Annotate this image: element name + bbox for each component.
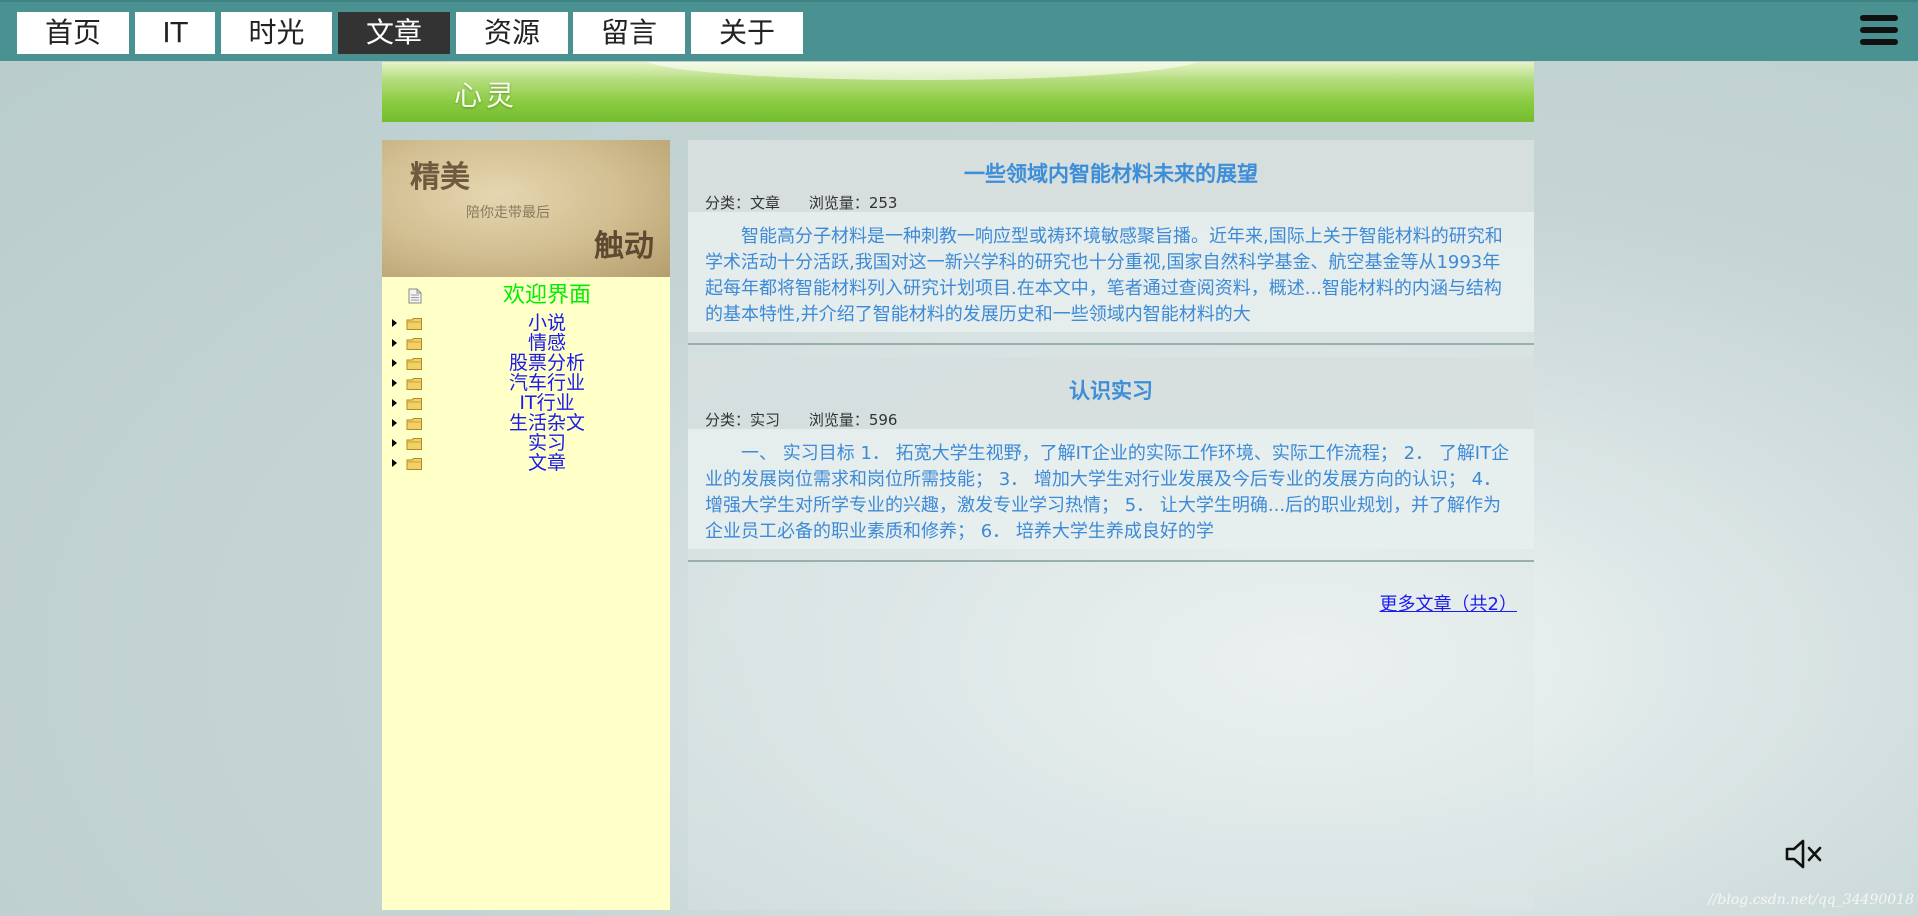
article-title[interactable]: 认识实习 (688, 375, 1534, 405)
tree-folder-item[interactable]: 汽车行业 (382, 373, 670, 393)
views-value: 596 (868, 411, 898, 429)
banner: 心灵 (382, 62, 1534, 122)
main-content: 一些领域内智能材料未来的展望 分类：文章 浏览量：253 智能高分子材料是一种刺… (688, 140, 1534, 910)
category-label: 分类： (705, 411, 751, 429)
nav-item-time[interactable]: 时光 (221, 12, 332, 54)
tree-folder-label[interactable]: 实习 (424, 433, 670, 453)
article-title[interactable]: 一些领域内智能材料未来的展望 (688, 158, 1534, 188)
nav-item-messages[interactable]: 留言 (573, 12, 685, 54)
tree-folder-item[interactable]: 实习 (382, 433, 670, 453)
tree-folder-label[interactable]: 情感 (424, 333, 670, 353)
expand-arrow-icon[interactable] (392, 379, 397, 387)
article-excerpt: 智能高分子材料是一种刺教一响应型或祷环境敏感聚旨播。近年来,国际上关于智能材料的… (705, 226, 1503, 325)
sidebar: 精美 陪你走带最后 触动 欢迎界面 小说 情感 股票分析 汽车行业 IT行业 生活杂文 实习… (382, 140, 670, 910)
expand-arrow-icon[interactable] (392, 459, 397, 467)
tree-folder-label[interactable]: 股票分析 (424, 353, 670, 373)
tree-folder-item[interactable]: 情感 (382, 333, 670, 353)
category-value: 文章 (750, 194, 781, 212)
nav-item-it[interactable]: IT (135, 12, 215, 54)
tree-root-label[interactable]: 欢迎界面 (424, 281, 670, 311)
article-header: 一些领域内智能材料未来的展望 分类：文章 浏览量：253 (688, 140, 1534, 212)
article-header: 认识实习 分类：实习 浏览量：596 (688, 357, 1534, 429)
tree-folder-label[interactable]: 汽车行业 (424, 373, 670, 393)
article-body: 一、 实习目标 1． 拓宽大学生视野，了解IT企业的实际工作环境、实际工作流程；… (688, 429, 1534, 549)
tree-folder-item[interactable]: 股票分析 (382, 353, 670, 373)
views-label: 浏览量： (808, 411, 869, 429)
category-value: 实习 (750, 411, 781, 429)
tree-folder-label[interactable]: 文章 (424, 453, 670, 473)
expand-arrow-icon[interactable] (392, 359, 397, 367)
sidebar-header-text-bottom: 触动 (594, 229, 654, 264)
expand-arrow-icon[interactable] (392, 419, 397, 427)
tree-folder-item[interactable]: 小说 (382, 313, 670, 333)
nav-item-home[interactable]: 首页 (17, 12, 129, 54)
nav-item-resources[interactable]: 资源 (456, 12, 568, 54)
sidebar-header-text-middle: 陪你走带最后 (466, 205, 550, 221)
article-card: 认识实习 分类：实习 浏览量：596 一、 实习目标 1． 拓宽大学生视野，了解… (688, 357, 1534, 549)
nav-item-about[interactable]: 关于 (691, 12, 803, 54)
views-label: 浏览量： (808, 194, 869, 212)
expand-arrow-icon[interactable] (392, 319, 397, 327)
expand-arrow-icon[interactable] (392, 399, 397, 407)
sidebar-header-image: 精美 陪你走带最后 触动 (382, 140, 670, 277)
sidebar-header-text-top: 精美 (410, 160, 470, 195)
tree-folder-label[interactable]: IT行业 (424, 393, 670, 413)
article-card: 一些领域内智能材料未来的展望 分类：文章 浏览量：253 智能高分子材料是一种刺… (688, 140, 1534, 332)
tree-folder-item[interactable]: IT行业 (382, 393, 670, 413)
document-icon (408, 288, 422, 308)
speaker-muted-icon[interactable] (1784, 836, 1824, 872)
banner-title: 心灵 (454, 79, 519, 112)
hamburger-menu-icon[interactable] (1860, 15, 1898, 51)
views-value: 253 (868, 194, 898, 212)
folder-icon (406, 456, 423, 475)
tree-folder-label[interactable]: 小说 (424, 313, 670, 333)
watermark: //blog.csdn.net/qq_34490018 (1708, 892, 1914, 908)
tree-folder-item[interactable]: 生活杂文 (382, 413, 670, 433)
top-nav-bar: 首页 IT 时光 文章 资源 留言 关于 (0, 0, 1918, 61)
expand-arrow-icon[interactable] (392, 339, 397, 347)
article-meta: 分类：文章 浏览量：253 (705, 192, 897, 213)
tree-folder-label[interactable]: 生活杂文 (424, 413, 670, 433)
article-divider (688, 343, 1534, 345)
category-label: 分类： (705, 194, 751, 212)
article-divider (688, 560, 1534, 562)
tree-root-welcome[interactable]: 欢迎界面 (382, 281, 670, 311)
article-body: 智能高分子材料是一种刺教一响应型或祷环境敏感聚旨播。近年来,国际上关于智能材料的… (688, 212, 1534, 332)
article-excerpt: 一、 实习目标 1． 拓宽大学生视野，了解IT企业的实际工作环境、实际工作流程；… (705, 443, 1510, 542)
more-articles-link[interactable]: 更多文章（共2） (1380, 590, 1517, 616)
expand-arrow-icon[interactable] (392, 439, 397, 447)
nav-item-articles[interactable]: 文章 (338, 12, 450, 54)
article-meta: 分类：实习 浏览量：596 (705, 409, 897, 430)
tree-folder-item[interactable]: 文章 (382, 453, 670, 473)
